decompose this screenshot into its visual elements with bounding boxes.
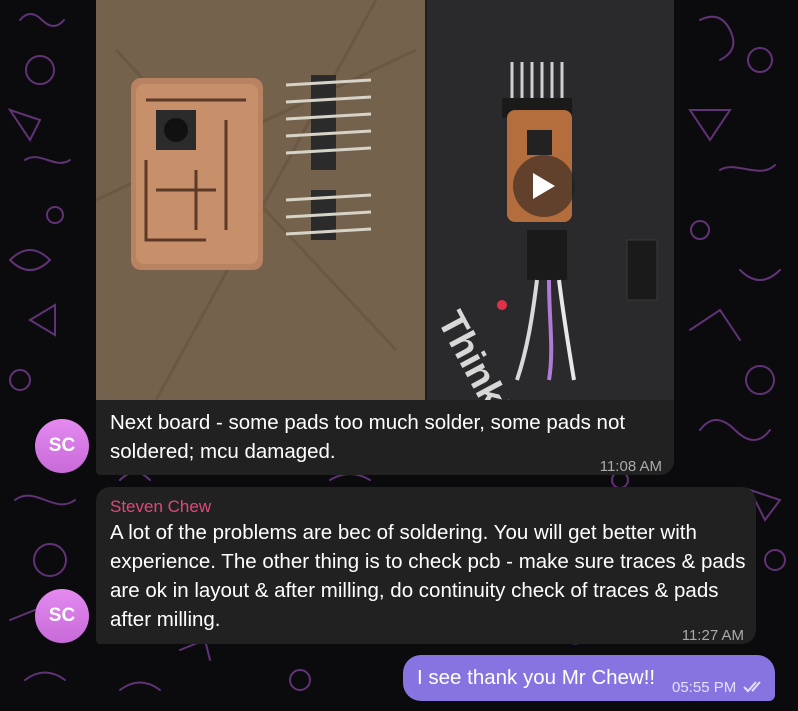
play-button[interactable] [513,155,575,217]
sender-name[interactable]: Steven Chew [110,496,211,518]
message-text: Next board - some pads too much solder, … [110,411,626,463]
pcb-photo[interactable] [96,0,425,400]
double-check-icon [743,681,761,693]
message-time: 05:55 PM [672,679,737,696]
message-text: I see thank you Mr Chew!! [417,666,656,689]
avatar[interactable]: SC [35,419,89,473]
message-time: 11:08 AM [599,458,662,475]
message-time: 11:27 AM [681,627,744,644]
media-album[interactable]: ThinkPad [96,0,674,400]
outgoing-message-bubble: I see thank you Mr Chew!! 05:55 PM [403,655,775,701]
message-bubble: Next board - some pads too much solder, … [96,400,674,475]
play-icon [533,173,555,199]
message-text: A lot of the problems are bec of solderi… [110,521,746,631]
avatar[interactable]: SC [35,589,89,643]
message-bubble: Steven Chew A lot of the problems are be… [96,487,756,644]
